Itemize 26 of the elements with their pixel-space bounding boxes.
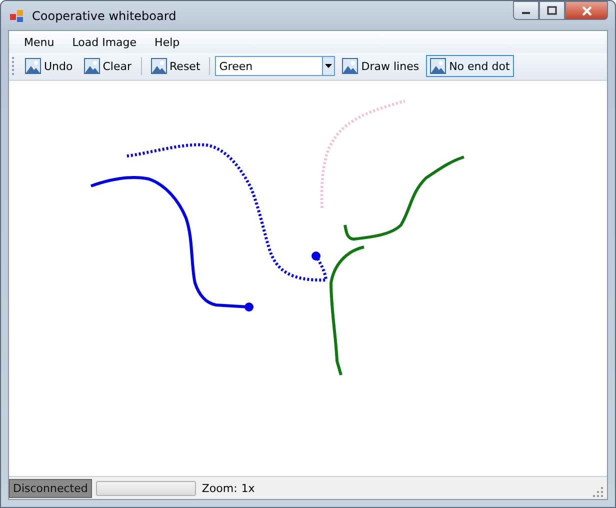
- toolbar-button[interactable]: Draw lines: [338, 55, 424, 77]
- menu-item[interactable]: Help: [146, 36, 189, 48]
- close-icon: [580, 6, 592, 16]
- picture-icon: [150, 58, 167, 74]
- dropdown-arrow-icon: [325, 64, 332, 68]
- picture-icon: [84, 58, 100, 74]
- picture-icon: [342, 58, 358, 74]
- toolbar-button[interactable]: Clear: [80, 55, 136, 77]
- window-title: Cooperative whiteboard: [32, 8, 176, 22]
- menu-item[interactable]: Menu: [15, 36, 64, 48]
- picture-icon: [25, 58, 41, 74]
- toolbar-button[interactable]: No end dot: [426, 55, 514, 77]
- color-dropdown[interactable]: Green: [215, 56, 336, 76]
- menu-item[interactable]: Load Image: [63, 36, 146, 48]
- maximize-icon: [547, 6, 557, 15]
- connection-status: Disconnected: [9, 478, 92, 498]
- maximize-button[interactable]: [539, 1, 565, 20]
- zoom-value: 1x: [241, 482, 255, 494]
- toolbar-button[interactable]: Undo: [21, 55, 77, 77]
- picture-icon: [430, 58, 446, 74]
- minimize-button[interactable]: [513, 1, 539, 20]
- close-button[interactable]: [565, 1, 608, 20]
- resize-grip-icon: [593, 487, 603, 497]
- zoom-label: Zoom:: [202, 482, 238, 494]
- toolbar-button[interactable]: Reset: [146, 55, 204, 77]
- app-icon: [10, 8, 24, 22]
